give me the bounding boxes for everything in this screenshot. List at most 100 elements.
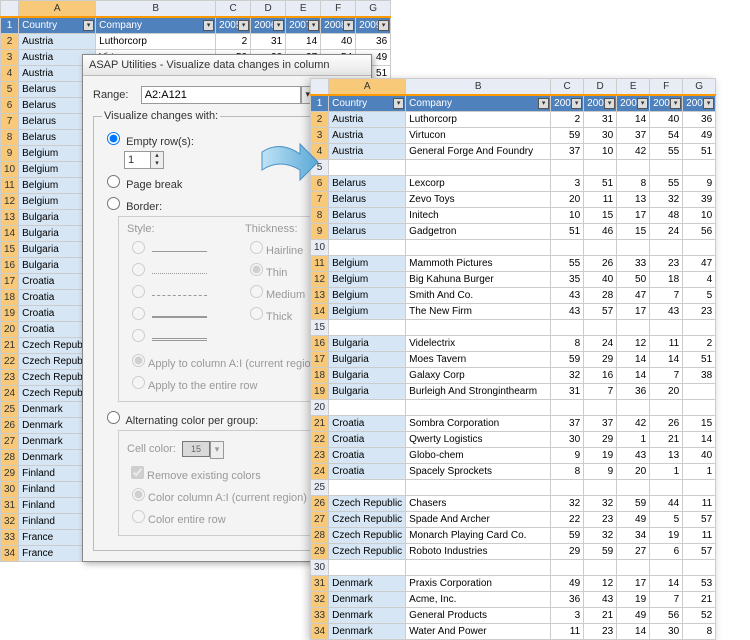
cell[interactable] [329, 320, 406, 336]
cell-country[interactable]: Belgium [329, 256, 406, 272]
row-header[interactable]: 9 [1, 146, 19, 162]
cell-value[interactable]: 16 [584, 368, 617, 384]
col-header-d[interactable]: D [251, 1, 286, 18]
cell-country[interactable]: Czech Republic [329, 544, 406, 560]
cell-value[interactable]: 49 [683, 128, 716, 144]
filter-icon[interactable]: ▾ [203, 20, 214, 31]
cell-value[interactable]: 8 [551, 464, 584, 480]
cell-value[interactable]: 7 [584, 384, 617, 400]
cell-company[interactable]: General Products [406, 608, 551, 624]
cell-country[interactable]: Austria [329, 112, 406, 128]
cell-value[interactable]: 33 [617, 256, 650, 272]
cell-value[interactable]: 44 [650, 496, 683, 512]
cell-value[interactable]: 37 [584, 416, 617, 432]
cell-value[interactable]: 40 [683, 448, 716, 464]
cell-value[interactable]: 2 [216, 34, 251, 50]
filter-icon[interactable]: ▾ [604, 98, 615, 109]
range-input[interactable] [141, 86, 301, 104]
cell[interactable] [551, 560, 584, 576]
row-header[interactable]: 19 [1, 306, 19, 322]
filter-icon[interactable]: ▾ [83, 20, 94, 31]
cell[interactable] [551, 240, 584, 256]
cell[interactable] [617, 560, 650, 576]
cell-company[interactable]: Praxis Corporation [406, 576, 551, 592]
row-header[interactable]: 33 [311, 608, 329, 624]
row-header[interactable]: 26 [1, 418, 19, 434]
cell-value[interactable]: 59 [617, 496, 650, 512]
row-header[interactable]: 3 [311, 128, 329, 144]
row-header[interactable]: 33 [1, 530, 19, 546]
col-header-d[interactable]: D [584, 79, 617, 96]
cell-country[interactable]: Denmark [329, 576, 406, 592]
cell-value[interactable]: 11 [683, 496, 716, 512]
row-header[interactable]: 18 [311, 368, 329, 384]
cell-value[interactable]: 14 [650, 576, 683, 592]
row-header[interactable]: 6 [1, 98, 19, 114]
cell-value[interactable]: 17 [617, 304, 650, 320]
col-header-e[interactable]: E [617, 79, 650, 96]
cell[interactable] [617, 400, 650, 416]
cell-value[interactable]: 34 [617, 528, 650, 544]
cell-value[interactable]: 23 [584, 624, 617, 640]
header-company[interactable]: Company▾ [96, 17, 216, 34]
cell-company[interactable]: Luthorcorp [406, 112, 551, 128]
row-header[interactable]: 20 [311, 400, 329, 416]
page-break-radio[interactable] [107, 175, 120, 188]
row-header[interactable]: 25 [1, 402, 19, 418]
cell-value[interactable]: 31 [584, 112, 617, 128]
cell-company[interactable]: Lexcorp [406, 176, 551, 192]
cell[interactable] [551, 400, 584, 416]
cell-value[interactable]: 53 [683, 576, 716, 592]
row-header[interactable]: 22 [1, 354, 19, 370]
header-year[interactable]: 2006▾ [251, 17, 286, 34]
cell-country[interactable]: Czech Republic [329, 528, 406, 544]
cell-value[interactable]: 57 [584, 304, 617, 320]
filter-icon[interactable]: ▾ [378, 20, 389, 31]
cell-value[interactable]: 20 [650, 384, 683, 400]
filter-icon[interactable]: ▾ [273, 20, 284, 31]
row-header[interactable]: 21 [311, 416, 329, 432]
cell-country[interactable]: Bulgaria [329, 368, 406, 384]
cell[interactable] [329, 480, 406, 496]
cell-value[interactable]: 40 [321, 34, 356, 50]
cell-company[interactable]: Sombra Corporation [406, 416, 551, 432]
col-header-f[interactable]: F [650, 79, 683, 96]
cell-value[interactable]: 51 [584, 176, 617, 192]
row-header[interactable]: 16 [311, 336, 329, 352]
row-header[interactable]: 15 [311, 320, 329, 336]
cell-company[interactable]: Acme, Inc. [406, 592, 551, 608]
cell-value[interactable]: 3 [551, 608, 584, 624]
cell-value[interactable]: 52 [683, 608, 716, 624]
cell-value[interactable]: 5 [650, 512, 683, 528]
cell-value[interactable]: 9 [551, 448, 584, 464]
cell-value[interactable]: 48 [650, 208, 683, 224]
cell-value[interactable]: 31 [551, 384, 584, 400]
cell-value[interactable]: 19 [584, 448, 617, 464]
row-header[interactable]: 29 [1, 466, 19, 482]
filter-icon[interactable]: ▾ [571, 98, 582, 109]
cell[interactable] [329, 240, 406, 256]
row-header[interactable]: 2 [1, 34, 19, 50]
row-header[interactable]: 18 [1, 290, 19, 306]
cell-value[interactable]: 55 [551, 256, 584, 272]
row-header[interactable]: 17 [1, 274, 19, 290]
cell-value[interactable]: 40 [650, 112, 683, 128]
cell-value[interactable]: 39 [683, 192, 716, 208]
cell-value[interactable]: 56 [683, 224, 716, 240]
cell-company[interactable]: Videlectrix [406, 336, 551, 352]
header-year[interactable]: 2005▾ [551, 95, 584, 112]
cell-value[interactable]: 36 [683, 112, 716, 128]
row-header[interactable]: 15 [1, 242, 19, 258]
header-year[interactable]: 2006▾ [584, 95, 617, 112]
cell-value[interactable]: 7 [650, 368, 683, 384]
cell-value[interactable]: 1 [650, 464, 683, 480]
cell[interactable] [406, 480, 551, 496]
cell-value[interactable]: 47 [683, 256, 716, 272]
cell-company[interactable]: Spade And Archer [406, 512, 551, 528]
cell-company[interactable]: Qwerty Logistics [406, 432, 551, 448]
cell-value[interactable]: 54 [650, 128, 683, 144]
row-header[interactable]: 28 [311, 528, 329, 544]
cell-value[interactable]: 2 [683, 336, 716, 352]
col-header-g[interactable]: G [683, 79, 716, 96]
border-radio[interactable] [107, 197, 120, 210]
